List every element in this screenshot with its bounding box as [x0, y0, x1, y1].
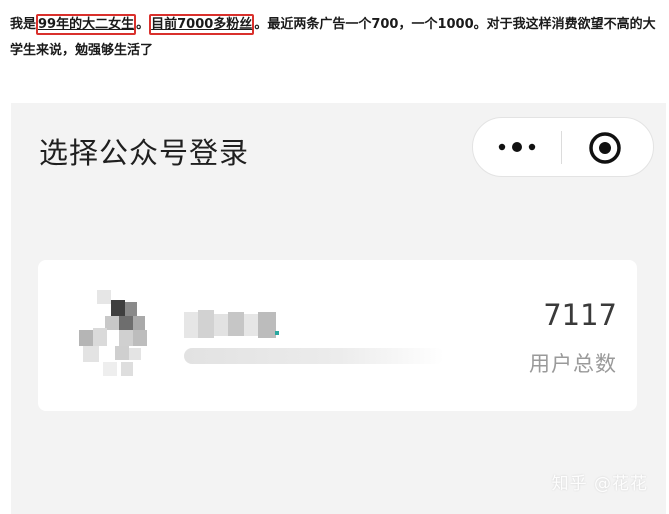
page: 我是 99年的大二女生。目前7000多粉丝 。最近两条广告一个700，一个1000。…	[0, 0, 669, 514]
capsule-divider	[561, 131, 562, 164]
caption-text-1: 我是	[10, 17, 37, 32]
target-close-icon[interactable]	[587, 130, 623, 166]
blurred-avatar-icon	[79, 290, 147, 376]
caption-highlight-fans: 目前7000多粉丝	[149, 14, 255, 35]
miniapp-screenshot: 选择公众号登录 7117 用户总数 知乎 @花花	[11, 103, 666, 514]
blurred-account-info	[184, 348, 444, 364]
caption-text-2: 。	[136, 17, 150, 32]
zhihu-watermark: 知乎 @花花	[551, 474, 648, 494]
article-caption: 我是 99年的大二女生。目前7000多粉丝 。最近两条广告一个700，一个1000。…	[10, 12, 660, 64]
user-count-label: 用户总数	[529, 352, 617, 376]
page-title: 选择公众号登录	[39, 136, 250, 170]
blurred-account-name	[184, 310, 279, 338]
account-card[interactable]: 7117 用户总数	[38, 260, 637, 411]
user-count-value: 7117	[543, 298, 617, 332]
caption-highlight-age: 99年的大二女生	[36, 14, 137, 35]
miniapp-capsule-menu[interactable]	[472, 117, 654, 177]
more-dots-icon[interactable]	[495, 137, 539, 157]
